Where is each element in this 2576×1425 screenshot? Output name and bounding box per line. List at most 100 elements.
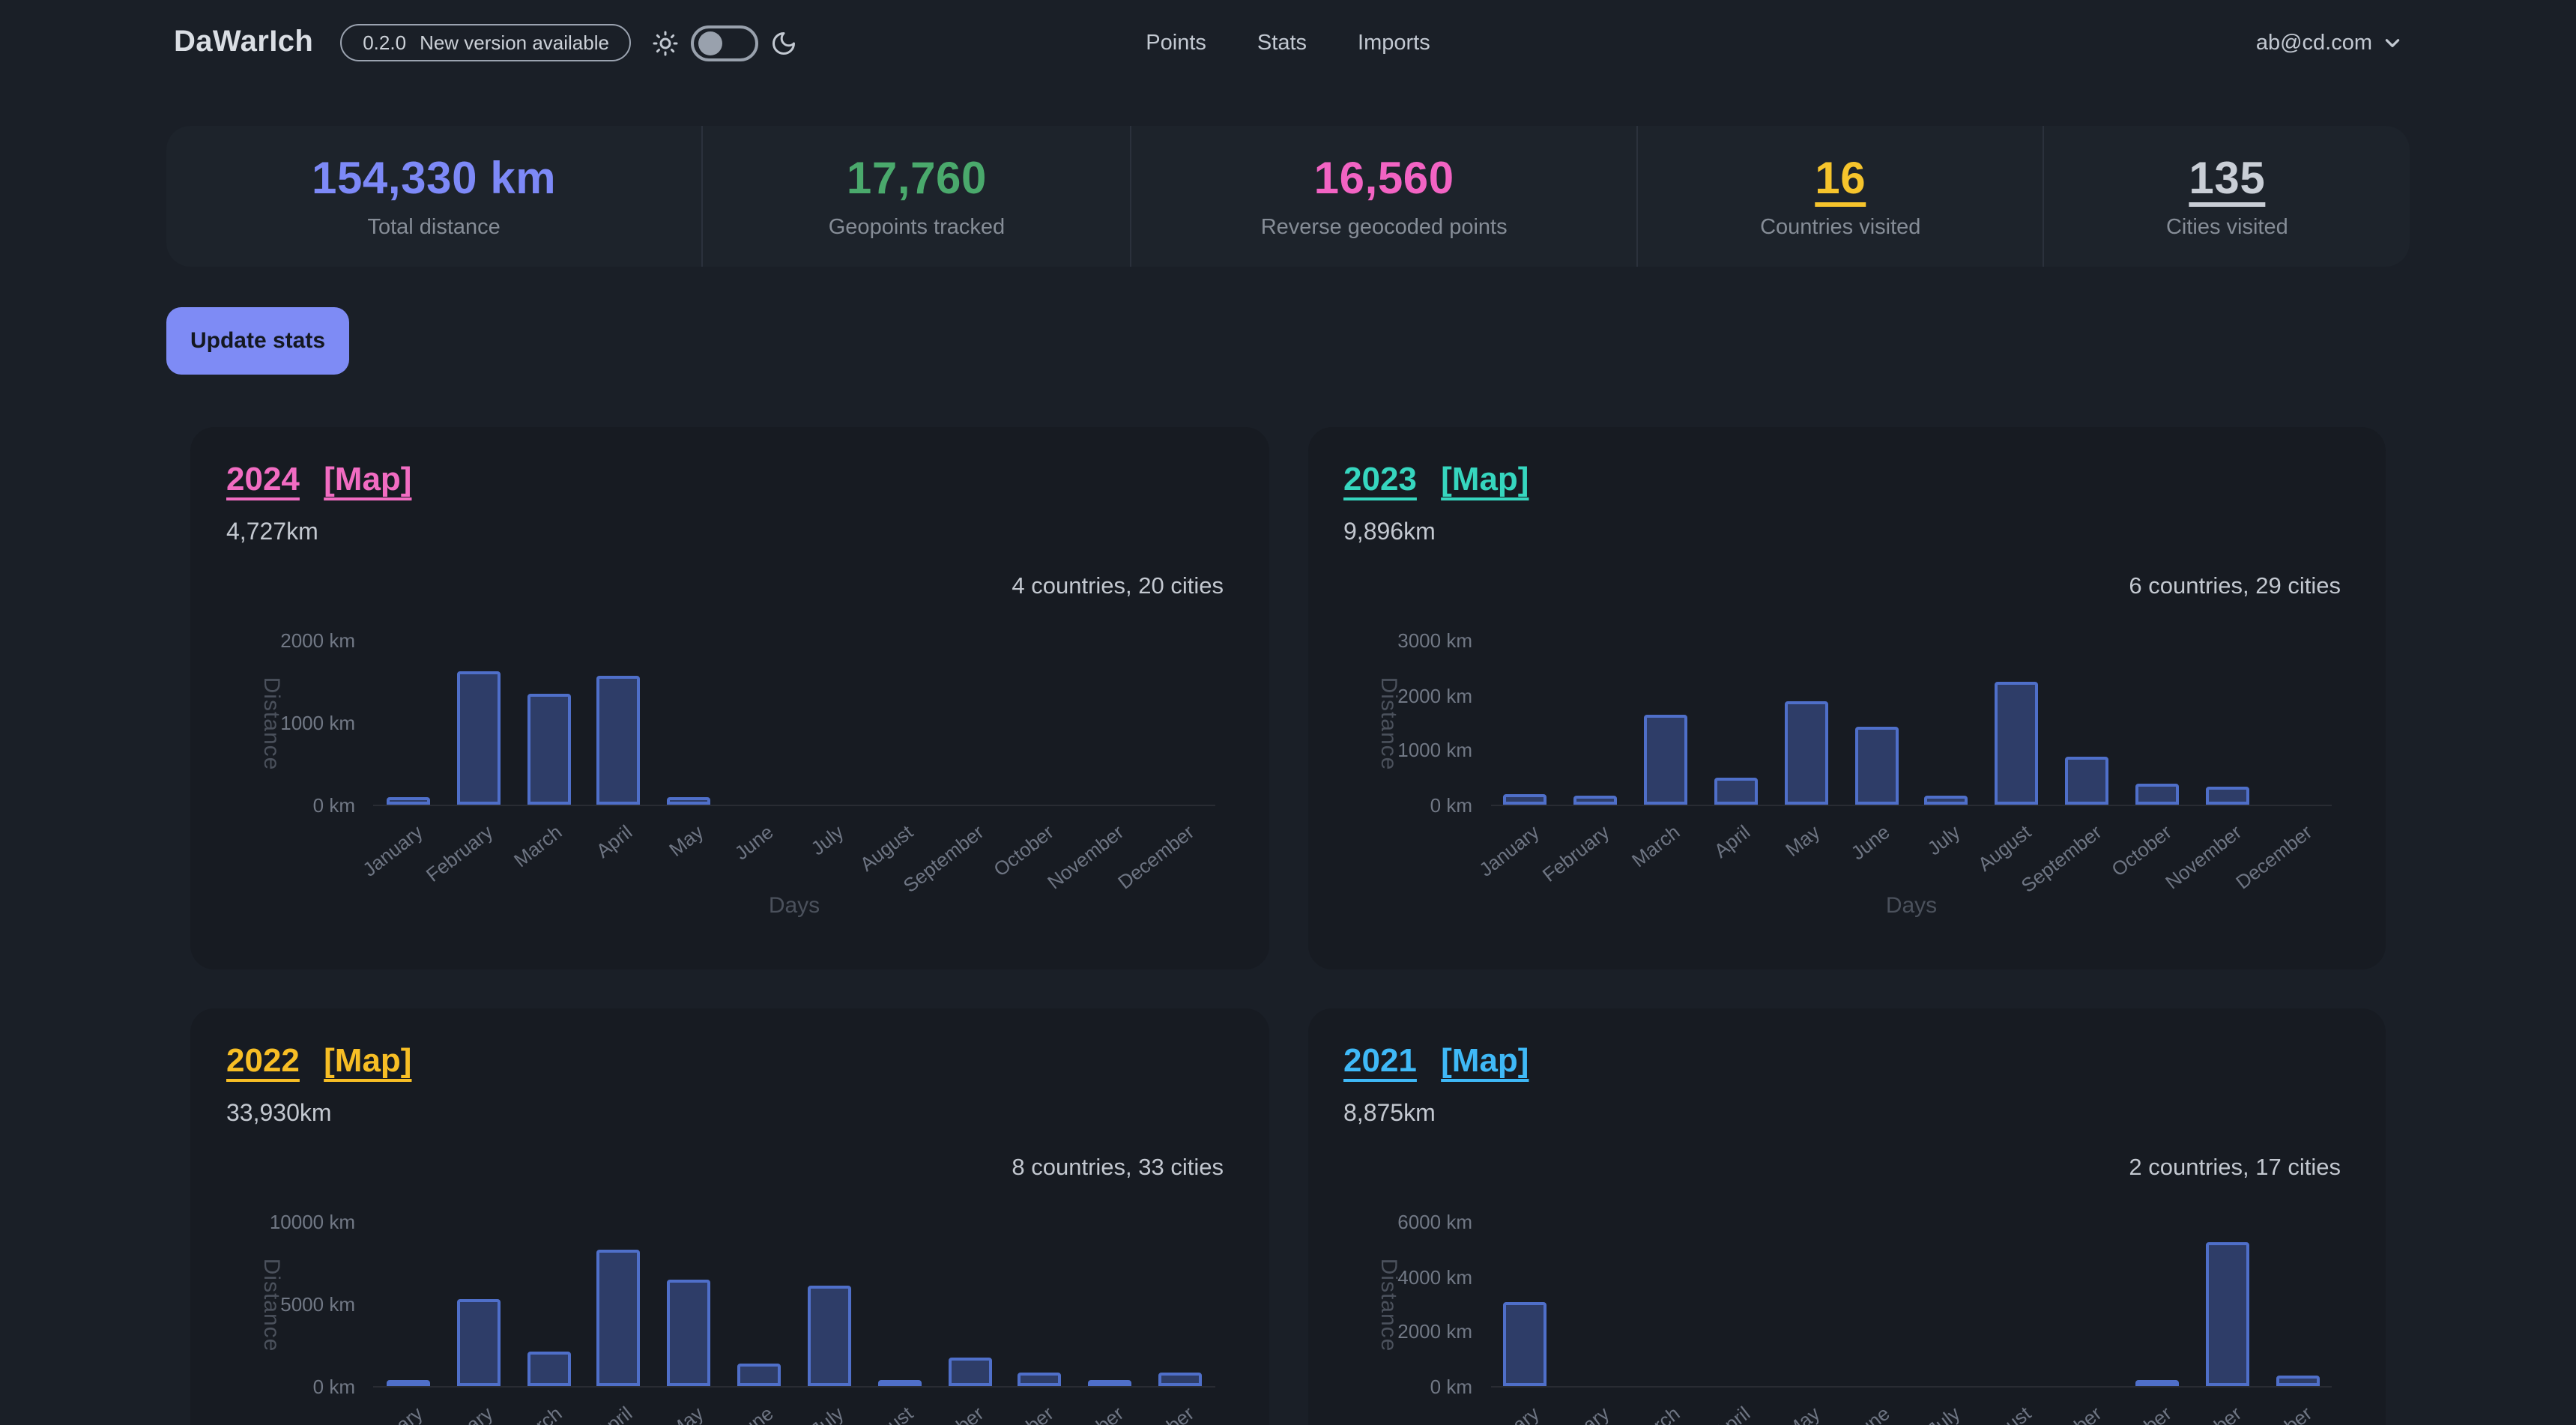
bar-April [597, 1249, 641, 1386]
bar-January [1504, 793, 1547, 805]
y-tick-label: 0 km [1343, 794, 1472, 818]
x-tick-label: January [1475, 1402, 1544, 1425]
bar-March [527, 1352, 570, 1386]
x-tick-label: October [2107, 1402, 2175, 1425]
x-tick-label: August [1973, 1402, 2034, 1425]
bar-August [1995, 681, 2039, 805]
x-tick-label: July [806, 820, 847, 859]
stat-value-link[interactable]: 135 [2189, 154, 2265, 205]
x-tick-label: July [1923, 1402, 1965, 1425]
x-tick-label: November [2161, 1402, 2246, 1425]
stat-cell: 135 Cities visited [2043, 126, 2410, 267]
theme-toggle[interactable] [692, 25, 759, 61]
x-tick-label: June [1848, 1402, 1895, 1425]
year-link[interactable]: 2022 [226, 1041, 300, 1079]
bar-January [387, 797, 430, 805]
map-link[interactable]: [Map] [324, 460, 411, 497]
x-axis-title: Days [1886, 893, 1937, 919]
x-tick-label: October [990, 1402, 1058, 1425]
y-tick-label: 2000 km [1343, 684, 1472, 708]
bar-July [808, 1286, 851, 1386]
y-tick-label: 1000 km [226, 712, 355, 736]
theme-switcher [653, 25, 798, 61]
x-tick-label: January [358, 820, 426, 881]
year-link[interactable]: 2021 [1343, 1041, 1417, 1079]
stat-label: Geopoints tracked [829, 215, 1005, 239]
app-logo[interactable]: DaWarIch [174, 25, 313, 60]
year-card-title: 2022 [Map] [226, 1038, 1233, 1083]
x-tick-label: August [856, 1402, 917, 1425]
bar-May [668, 1279, 711, 1386]
x-tick-label: February [421, 1402, 496, 1425]
x-tick-label: July [1923, 820, 1965, 859]
stat-cell: 16 Countries visited [1636, 126, 2043, 267]
y-tick-label: 2000 km [226, 629, 355, 653]
stat-value: 154,330 km [312, 154, 556, 205]
countries-cities-summary: 6 countries, 29 cities [1343, 571, 2341, 602]
x-tick-label: November [2161, 820, 2246, 893]
bar-July [1925, 796, 1968, 805]
map-link[interactable]: [Map] [1441, 460, 1529, 497]
map-link[interactable]: [Map] [324, 1041, 411, 1079]
bar-October [2135, 1380, 2179, 1386]
toggle-knob [699, 31, 723, 55]
nav-imports[interactable]: Imports [1358, 31, 1430, 55]
version-badge[interactable]: 0.2.0 New version available [340, 24, 632, 61]
bar-September [2065, 756, 2108, 805]
stat-label: Reverse geocoded points [1261, 215, 1508, 239]
x-tick-label: August [856, 820, 917, 875]
stat-cell: 17,760 Geopoints tracked [701, 126, 1130, 267]
bar-May [668, 797, 711, 805]
x-tick-label: November [1044, 1402, 1128, 1425]
nav-stats[interactable]: Stats [1257, 31, 1307, 55]
x-tick-label: December [2231, 1402, 2315, 1425]
x-tick-label: February [421, 820, 496, 886]
version-badge-label: New version available [420, 31, 609, 54]
y-tick-label: 0 km [226, 794, 355, 818]
x-tick-label: March [1627, 820, 1684, 871]
year-card: 2021 [Map] 8,875km 2 countries, 17 citie… [1307, 1008, 2386, 1425]
bar-August [878, 1380, 922, 1386]
bar-May [1785, 702, 1828, 805]
year-distance: 8,875km [1343, 1098, 2350, 1131]
x-tick-label: July [806, 1402, 847, 1425]
year-card-title: 2021 [Map] [1343, 1038, 2350, 1083]
user-menu[interactable]: ab@cd.com [2256, 31, 2402, 55]
x-tick-label: June [731, 1402, 778, 1425]
stat-label: Total distance [367, 215, 500, 239]
stat-cell: 16,560 Reverse geocoded points [1131, 126, 1636, 267]
map-link[interactable]: [Map] [1441, 1041, 1529, 1079]
x-tick-label: April [1710, 1402, 1754, 1425]
update-stats-button[interactable]: Update stats [166, 307, 349, 375]
bar-December [2276, 1375, 2319, 1386]
distance-bar-chart: 0 km2000 km4000 km6000 kmJanuaryFebruary… [1343, 1190, 2350, 1425]
y-tick-label: 0 km [226, 1376, 355, 1400]
year-distance: 4,727km [226, 517, 1233, 550]
bar-January [1504, 1302, 1547, 1386]
y-tick-label: 10000 km [226, 1211, 355, 1235]
y-tick-label: 6000 km [1343, 1211, 1472, 1235]
stat-value-link[interactable]: 16 [1815, 154, 1866, 205]
year-card: 2022 [Map] 33,930km 8 countries, 33 citi… [190, 1008, 1269, 1425]
dashboard-page: DaWarIch 0.2.0 New version available Poi… [0, 0, 2576, 1425]
header: DaWarIch 0.2.0 New version available Poi… [0, 0, 2576, 85]
bar-June [1854, 726, 1898, 805]
countries-cities-summary: 8 countries, 33 cities [226, 1152, 1224, 1184]
y-tick-label: 4000 km [1343, 1265, 1472, 1289]
y-tick-label: 0 km [1343, 1376, 1472, 1400]
year-card-title: 2024 [Map] [226, 457, 1233, 502]
year-link[interactable]: 2024 [226, 460, 300, 497]
year-card: 2023 [Map] 9,896km 6 countries, 29 citie… [1307, 427, 2386, 969]
x-tick-label: June [1848, 820, 1895, 864]
distance-bar-chart: 0 km1000 km2000 km3000 kmJanuaryFebruary… [1343, 608, 2350, 938]
bar-March [527, 694, 570, 805]
nav-points[interactable]: Points [1146, 31, 1206, 55]
year-link[interactable]: 2023 [1343, 460, 1417, 497]
distance-bar-chart: 0 km5000 km10000 kmJanuaryFebruaryMarchA… [226, 1190, 1233, 1425]
bar-October [2135, 783, 2179, 805]
cards-grid: 2024 [Map] 4,727km 4 countries, 20 citie… [166, 427, 2410, 1425]
bar-February [1574, 796, 1618, 805]
bar-January [387, 1380, 430, 1386]
x-tick-label: May [665, 1402, 707, 1425]
x-tick-label: November [1044, 820, 1128, 893]
